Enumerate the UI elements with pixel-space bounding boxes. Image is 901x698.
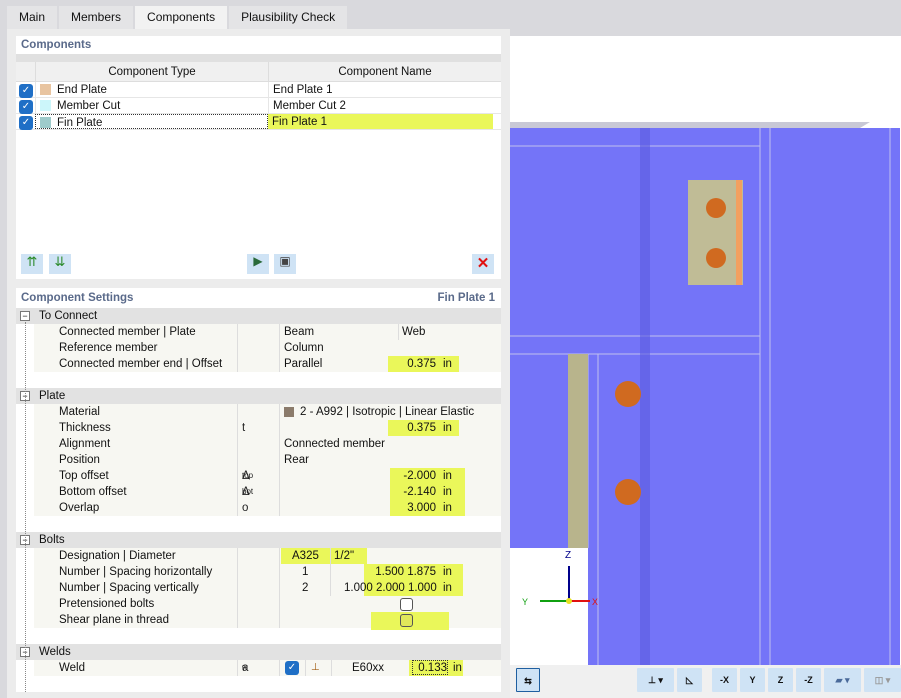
tree-row[interactable]: Number | Spacing vertically 2 1.000 2.000 … [34, 580, 501, 596]
tab-bar: Main Members Components Plausibility Che… [7, 6, 349, 29]
import-icon[interactable]: ▶ [247, 254, 269, 274]
components-title: Components [21, 39, 92, 51]
view-z-button[interactable]: Z [768, 668, 793, 692]
tree-row[interactable]: Connected member end | Offset Parallel 0.3… [34, 356, 501, 372]
3d-view[interactable]: Z Y X [510, 36, 901, 665]
tree-row[interactable]: Weld a w ✓ ⊥ E60xx 0.133 in [34, 660, 501, 676]
component-type: Member Cut [57, 100, 121, 112]
axis-z-label: Z [565, 550, 571, 561]
tree-row[interactable]: Material 2 - A992 | Isotropic | Linear El… [34, 404, 501, 420]
axis-x-label: X [592, 597, 598, 607]
tab-plausibility-check[interactable]: Plausibility Check [229, 6, 348, 29]
pretensioned-checkbox[interactable] [400, 598, 413, 611]
iso-view-icon[interactable]: ▰ ▾ [824, 668, 861, 692]
tree-row[interactable]: Alignment Connected member [34, 436, 501, 452]
group-welds[interactable]: − Welds [16, 644, 501, 660]
tree-row[interactable]: Pretensioned bolts [34, 596, 501, 612]
row-checkbox[interactable]: ✓ [19, 116, 33, 130]
component-name[interactable]: Member Cut 2 [268, 98, 501, 113]
tree-row[interactable]: Thickness t 0.375 in [34, 420, 501, 436]
delete-icon[interactable]: ✕ [472, 254, 494, 274]
view-y-button[interactable]: Y [740, 668, 765, 692]
weld-value: 0.133 [412, 660, 448, 675]
tree-row[interactable]: Shear plane in thread [34, 612, 501, 630]
view-minus-x-button[interactable]: -X [712, 668, 737, 692]
tab-members[interactable]: Members [59, 6, 134, 29]
table-row[interactable]: ✓ Member Cut Member Cut 2 [16, 98, 501, 114]
tab-main[interactable]: Main [7, 6, 58, 29]
tree-row[interactable]: Bottom offset Δbot -2.140 in [34, 484, 501, 500]
table-row[interactable]: ✓ End Plate End Plate 1 [16, 82, 501, 98]
col-component-name[interactable]: Component Name [268, 62, 501, 81]
group-plate[interactable]: − Plate [16, 388, 501, 404]
move-down-icon[interactable]: ⇊ [49, 254, 71, 274]
component-name[interactable]: Fin Plate 1 [268, 114, 493, 129]
group-to-connect[interactable]: − To Connect [16, 308, 501, 324]
settings-title: Component Settings [21, 292, 134, 304]
move-up-icon[interactable]: ⇈ [21, 254, 43, 274]
row-checkbox[interactable]: ✓ [19, 100, 33, 114]
component-type: Fin Plate [57, 117, 103, 129]
color-swatch [40, 100, 51, 112]
fillet-weld-icon: ⊥ [311, 662, 320, 673]
view-minus-z-button[interactable]: -Z [796, 668, 821, 692]
tab-components[interactable]: Components [135, 6, 228, 29]
group-bolts[interactable]: − Bolts [16, 532, 501, 548]
col-component-type[interactable]: Component Type [35, 62, 268, 81]
settings-current: Fin Plate 1 [437, 292, 495, 304]
tree-row[interactable]: Top offset Δtop -2.000 in [34, 468, 501, 484]
weld-checkbox[interactable]: ✓ [285, 661, 299, 675]
table-row-selected[interactable]: ✓ Fin Plate Fin Plate 1 [16, 114, 501, 130]
row-checkbox[interactable]: ✓ [19, 84, 33, 98]
tree-row[interactable]: Number | Spacing horizontally 1 1.500 1.87… [34, 564, 501, 580]
tree-row[interactable]: Reference member Column [34, 340, 501, 356]
color-swatch [40, 84, 51, 96]
wireframe-icon[interactable]: ◫ ▾ [864, 668, 901, 692]
tree-row[interactable]: Connected member | Plate Beam Web [34, 324, 501, 340]
component-type: End Plate [57, 84, 107, 96]
sync-view-icon[interactable]: ⇆ [516, 668, 540, 692]
components-table: Component Type Component Name ✓ End Plat… [16, 54, 501, 130]
shear-plane-checkbox[interactable] [400, 614, 413, 627]
axis-y-label: Y [522, 597, 528, 607]
save-icon[interactable]: ▣ [274, 254, 296, 274]
tree-row[interactable]: Position Rear [34, 452, 501, 468]
axis-system-icon[interactable]: ⊥ ▾ [637, 668, 674, 692]
material-swatch [284, 407, 294, 417]
view-toolbar: ⇆ ⊥ ▾ ◺ -X Y Z -Z ▰ ▾ ◫ ▾ [510, 665, 901, 698]
tree-row[interactable]: Overlap o 3.000 in [34, 500, 501, 516]
view-measure-icon[interactable]: ◺ [677, 668, 702, 692]
tree-row[interactable]: Designation | Diameter A325 1/2" [34, 548, 501, 564]
component-name[interactable]: End Plate 1 [268, 82, 501, 97]
settings-tree: − To Connect Connected member | Plate Beam… [16, 308, 501, 676]
color-swatch [40, 117, 51, 129]
offset-value: 0.375 [407, 358, 436, 370]
